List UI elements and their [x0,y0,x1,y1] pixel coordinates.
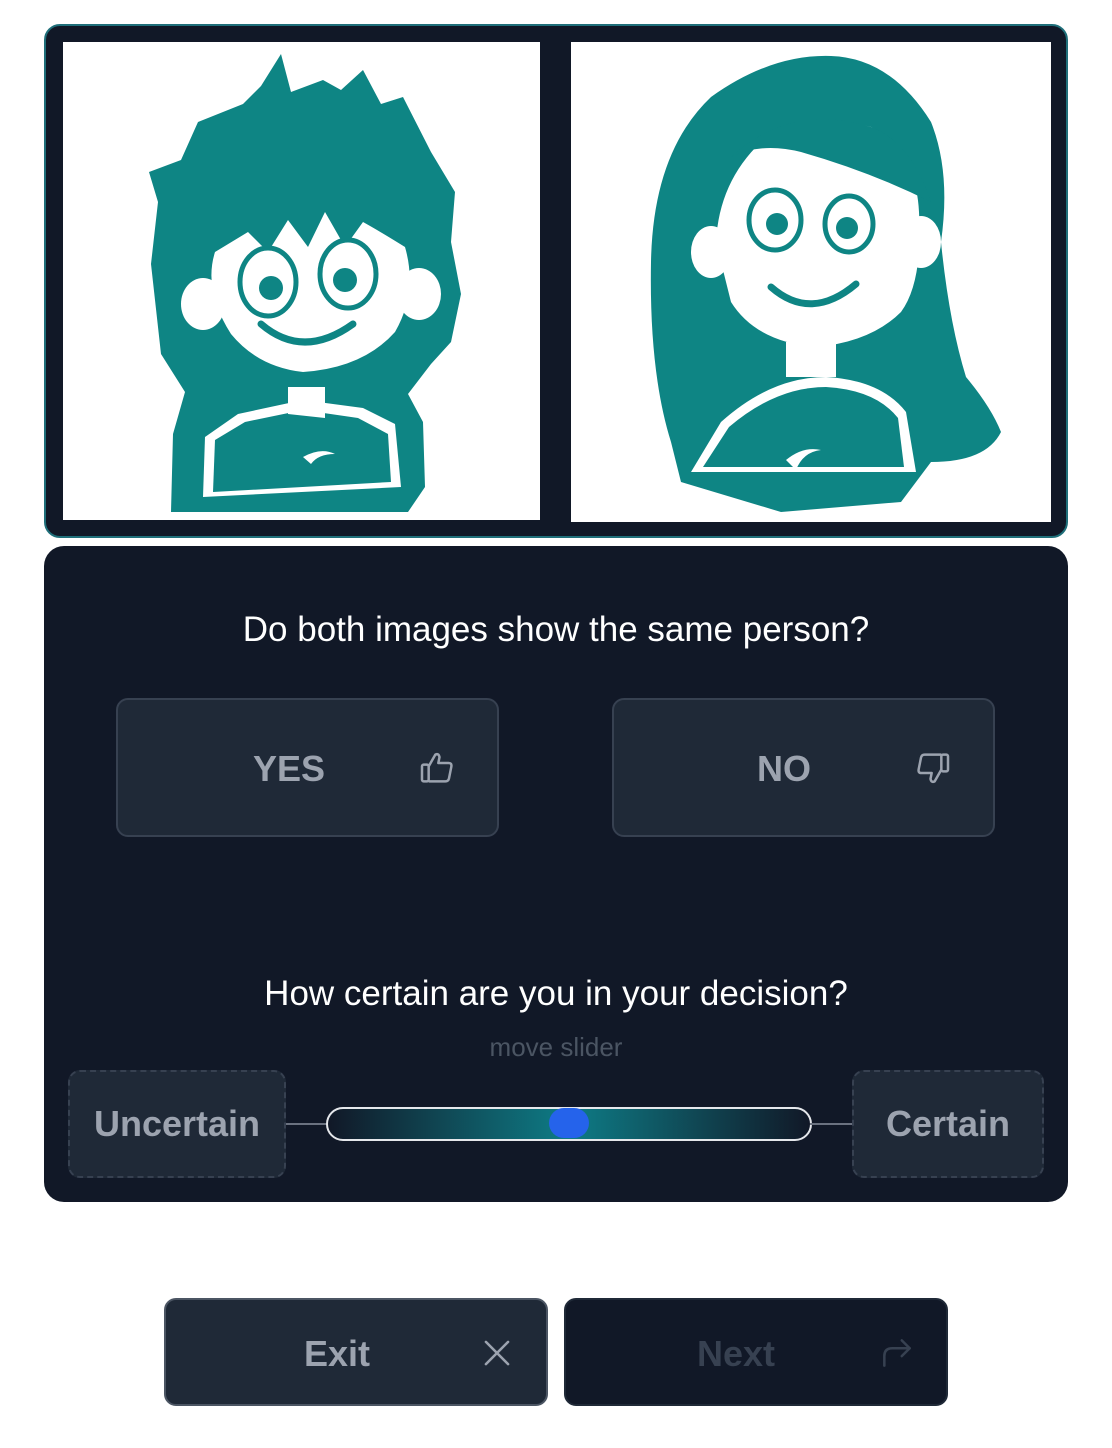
yes-button[interactable]: YES [116,698,499,837]
left-face-image [63,42,540,520]
thumbs-down-icon [917,753,950,784]
no-button-label: NO [757,748,811,789]
right-face-image [571,42,1051,522]
next-button-label: Next [697,1333,776,1374]
slider-hint: move slider [489,1032,623,1062]
exit-button-label: Exit [304,1333,371,1374]
yes-button-label: YES [253,748,326,789]
cartoon-girl-icon [650,55,1001,513]
slider-connector-left [286,1123,328,1125]
next-button[interactable]: Next [564,1298,948,1406]
same-person-question: Do both images show the same person? [242,610,870,649]
redo-arrow-icon [883,1339,911,1367]
decision-panel: Do both images show the same person? YES… [44,546,1068,1202]
certainty-question: How certain are you in your decision? [264,974,848,1013]
slider-connector-right [810,1123,852,1125]
uncertain-label: Uncertain [68,1070,286,1178]
thumbs-up-icon [420,752,453,783]
certainty-slider-thumb[interactable] [549,1108,589,1138]
certain-label: Certain [852,1070,1044,1178]
cartoon-boy-icon [149,54,461,512]
no-button[interactable]: NO [612,698,995,837]
image-comparison-panel [44,24,1068,538]
close-icon [484,1340,510,1366]
exit-button[interactable]: Exit [164,1298,548,1406]
